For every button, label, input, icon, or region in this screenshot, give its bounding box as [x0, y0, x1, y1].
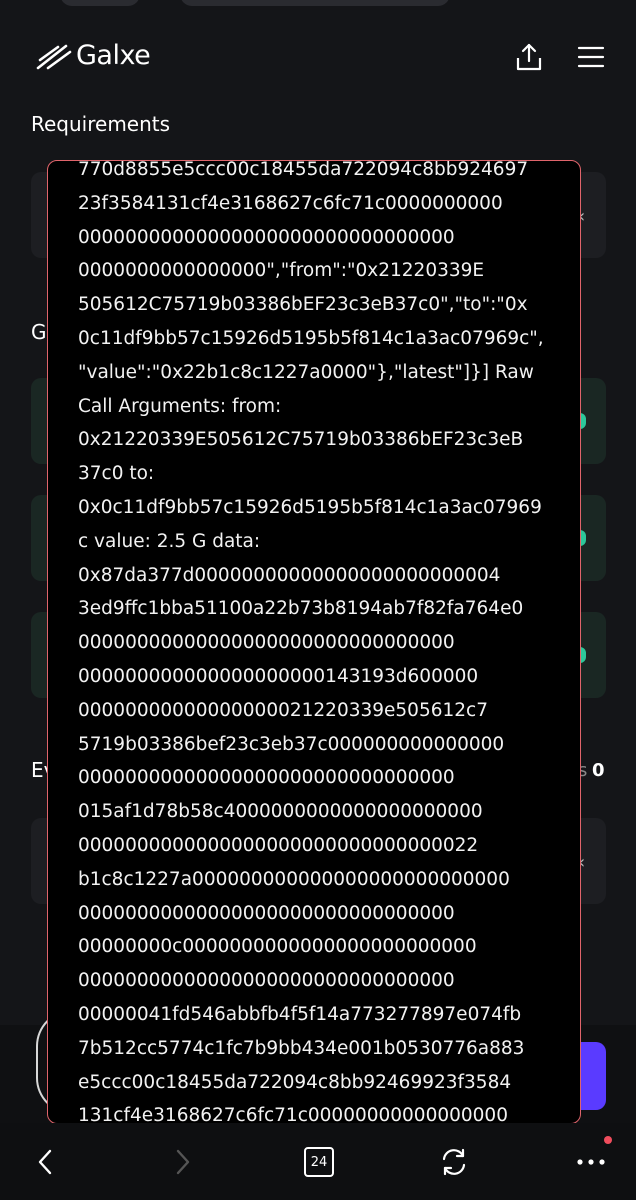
error-line: 23f3584131cf4e3168627c6fc71c0000000000 — [78, 192, 503, 214]
top-edge — [0, 0, 636, 10]
error-message-text: 770d8855e5ccc00c18455da722094c8bb924697 2… — [78, 160, 556, 1124]
error-message-popup: 770d8855e5ccc00c18455da722094c8bb924697 2… — [47, 160, 581, 1124]
chevron-left-icon[interactable] — [30, 1145, 60, 1179]
error-line: 37c0 to: — [78, 463, 155, 485]
brand-name: Galxe — [76, 40, 151, 71]
share-icon[interactable] — [514, 42, 544, 72]
error-line: 770d8855e5ccc00c18455da722094c8bb924697 — [78, 160, 529, 180]
app-header: Galxe — [0, 22, 636, 88]
tab-switcher-button[interactable]: 24 — [302, 1145, 336, 1179]
more-dots-icon[interactable] — [574, 1145, 608, 1179]
error-line: e5ccc00c18455da722094c8bb92469923f3584 — [78, 1071, 512, 1093]
error-line: 0000000000000000000000000000000022 — [78, 834, 479, 856]
error-line: 0x21220339E505612C75719b03386bEF23c3eB — [78, 429, 524, 451]
hamburger-menu-icon[interactable] — [576, 42, 606, 72]
error-line: 0c11df9bb57c15926d5195b5f814c1a3ac07969c… — [78, 327, 544, 349]
refresh-icon[interactable] — [437, 1145, 471, 1179]
notification-dot — [604, 1136, 612, 1144]
error-line: 7b512cc5774c1fc7b9bb434e001b0530776a883 — [78, 1037, 525, 1059]
error-line: 0x0c11df9bb57c15926d5195b5f814c1a3ac0796… — [78, 496, 542, 518]
error-line: 00000041fd546abbfb4f5f14a773277897e074fb — [78, 1003, 522, 1025]
error-line: 505612C75719b03386bEF23c3eB37c0","to":"0… — [78, 294, 528, 316]
galxe-logo-icon — [36, 44, 72, 69]
top-pill-center — [180, 0, 450, 6]
count-value: 0 — [592, 760, 605, 781]
error-line: 00000000000000000021220339e505612c7 — [78, 699, 488, 721]
error-line: 000000000000000000000143193d600000 — [78, 665, 479, 687]
error-line: c value: 2.5 G data: — [78, 530, 261, 552]
top-pill-left — [60, 0, 140, 6]
error-line: 00000000000000000000000000000000 — [78, 632, 455, 654]
error-line: 131cf4e3168627c6fc71c00000000000000000 — [78, 1105, 508, 1124]
chevron-right-icon[interactable] — [168, 1145, 198, 1179]
error-line: 00000000000000000000000000000000 — [78, 902, 455, 924]
error-line: 00000000000000000000000000000000 — [78, 226, 455, 248]
error-line: Call Arguments: from: — [78, 395, 282, 417]
error-line: 00000000000000000000000000000000 — [78, 970, 455, 992]
error-line: b1c8c1227a000000000000000000000000000 — [78, 868, 510, 890]
error-line: 0000000000000000","from":"0x21220339E — [78, 260, 485, 282]
browser-navbar: 24 — [0, 1123, 636, 1200]
error-line: 00000000c0000000000000000000000000 — [78, 936, 477, 958]
error-line: 5719b03386bef23c3eb37c000000000000000 — [78, 733, 505, 755]
error-line: 3ed9ffc1bba51100a22b73b8194ab7f82fa764e0 — [78, 598, 524, 620]
galxe-logo[interactable]: Galxe — [36, 40, 151, 71]
error-line: "value":"0x22b1c8c1227a0000"},"latest"]}… — [78, 361, 534, 383]
section-g-title: G — [31, 320, 47, 344]
requirements-title: Requirements — [31, 112, 171, 136]
error-line: 0x87da377d00000000000000000000000004 — [78, 564, 501, 586]
tab-count: 24 — [304, 1147, 334, 1177]
error-line: 015af1d78b58c4000000000000000000000 — [78, 801, 483, 823]
error-line: 00000000000000000000000000000000 — [78, 767, 455, 789]
